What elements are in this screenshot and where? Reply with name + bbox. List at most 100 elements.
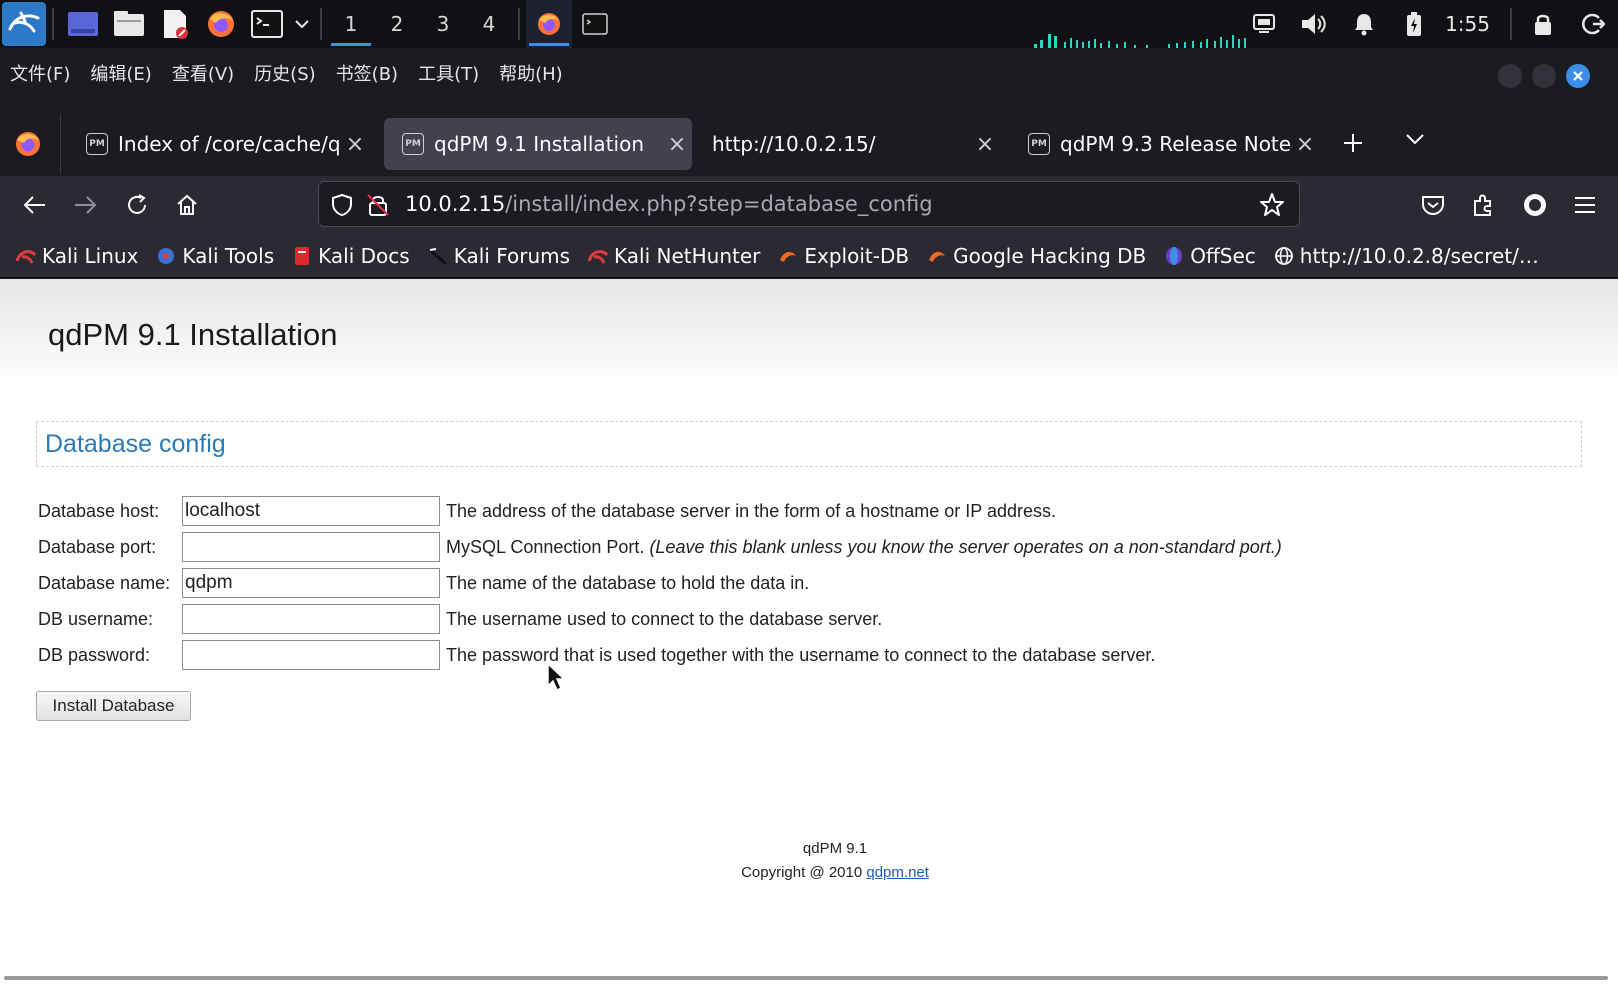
bookmark-kali-linux[interactable]: Kali Linux	[16, 244, 138, 268]
url-host: 10.0.2.15	[405, 192, 506, 216]
desktop-icon[interactable]	[60, 0, 106, 48]
bookmark-label: Google Hacking DB	[953, 243, 1147, 268]
clock[interactable]: 1:55	[1439, 12, 1504, 36]
db-username-label: DB username:	[38, 608, 154, 629]
firefox-view-icon[interactable]	[14, 130, 42, 162]
home-button[interactable]	[172, 190, 202, 220]
qdpm-favicon-icon: PM	[402, 133, 424, 155]
bookmark-kali-nethunter[interactable]: Kali NetHunter	[588, 244, 760, 268]
database-port-input[interactable]	[182, 532, 440, 562]
reload-button[interactable]	[122, 190, 152, 220]
bookmark-exploit-db[interactable]: Exploit-DB	[778, 244, 909, 268]
system-tray: 1:55	[1239, 0, 1618, 48]
display-icon[interactable]	[1239, 0, 1289, 48]
menu-bookmarks[interactable]: 书签(B)	[336, 60, 398, 86]
horizontal-scrollbar[interactable]	[4, 976, 1608, 980]
kali-forums-icon	[428, 246, 448, 266]
menu-history[interactable]: 历史(S)	[254, 60, 315, 86]
bookmark-kali-forums[interactable]: Kali Forums	[428, 244, 570, 268]
form-row-db-password: DB password: The password that is used t…	[38, 637, 1282, 673]
hamburger-menu-icon	[1575, 197, 1595, 213]
tab-qdpm-release-notes[interactable]: PM qdPM 9.3 Release Notes ×	[1010, 118, 1320, 170]
workspace-3[interactable]: 3	[420, 0, 466, 48]
database-name-input[interactable]	[182, 568, 440, 598]
qdpm-link[interactable]: qdpm.net	[866, 864, 929, 881]
db-password-input[interactable]	[182, 640, 440, 670]
close-icon	[1573, 71, 1583, 81]
menu-bar: 文件(F) 编辑(E) 查看(V) 历史(S) 书签(B) 工具(T) 帮助(H…	[0, 48, 1618, 98]
globe-icon	[1274, 246, 1294, 266]
menu-tools[interactable]: 工具(T)	[418, 60, 479, 86]
tab-title: http://10.0.2.15/	[712, 132, 876, 156]
list-all-tabs-button[interactable]	[1404, 128, 1426, 154]
workspace-2[interactable]: 2	[374, 0, 420, 48]
new-tab-button[interactable]	[1342, 128, 1364, 161]
close-icon[interactable]: ×	[340, 132, 370, 157]
close-icon[interactable]: ×	[970, 132, 1000, 157]
firefox-launcher-icon[interactable]	[198, 0, 244, 48]
database-host-input[interactable]	[182, 496, 440, 526]
install-database-button[interactable]: Install Database	[36, 691, 191, 721]
tracking-protection-shield-icon[interactable]	[331, 193, 353, 221]
page-footer: qdPM 9.1 Copyright @ 2010 qdpm.net	[0, 837, 1618, 885]
tab-qdpm-installation[interactable]: PM qdPM 9.1 Installation ×	[384, 118, 692, 170]
account-button[interactable]	[1520, 190, 1550, 220]
extensions-button[interactable]	[1468, 190, 1498, 220]
taskbar-separator	[518, 8, 520, 40]
minimize-button[interactable]	[1498, 64, 1522, 88]
menu-file[interactable]: 文件(F)	[10, 60, 70, 86]
window-controls	[1498, 64, 1590, 88]
task-firefox-icon[interactable]	[526, 0, 572, 48]
workspace-1[interactable]: 1	[328, 0, 374, 48]
app-menu-button[interactable]	[1570, 190, 1600, 220]
file-manager-icon[interactable]	[106, 0, 152, 48]
back-button[interactable]	[20, 190, 50, 220]
mouse-cursor-icon	[547, 662, 566, 692]
chevron-down-icon[interactable]	[290, 0, 314, 48]
tab-index-of-cache[interactable]: PM Index of /core/cache/qdPM ×	[68, 118, 370, 170]
text-editor-icon[interactable]	[152, 0, 198, 48]
bookmark-kali-tools[interactable]: Kali Tools	[156, 244, 274, 268]
bookmark-label: Kali NetHunter	[614, 243, 761, 268]
account-circle-icon	[1524, 194, 1546, 216]
menu-edit[interactable]: 编辑(E)	[90, 60, 151, 86]
battery-icon[interactable]	[1389, 0, 1439, 48]
logout-icon[interactable]	[1568, 0, 1618, 48]
database-host-label: Database host:	[38, 500, 160, 521]
kali-menu-icon[interactable]	[2, 2, 46, 46]
form-row-database-port: Database port: MySQL Connection Port. (L…	[38, 529, 1282, 565]
forward-button[interactable]	[70, 190, 100, 220]
bookmark-kali-docs[interactable]: Kali Docs	[292, 244, 410, 268]
bookmark-star-icon[interactable]	[1259, 192, 1285, 222]
bookmark-offsec[interactable]: OffSec	[1164, 244, 1256, 268]
close-icon[interactable]: ×	[1290, 132, 1320, 157]
url-bar[interactable]: 10.0.2.15/install/index.php?step=databas…	[318, 181, 1300, 227]
form-row-database-host: Database host: The address of the databa…	[38, 493, 1282, 529]
close-icon[interactable]: ×	[662, 132, 692, 157]
kali-dragon-icon	[16, 246, 36, 266]
window-close-button[interactable]	[1566, 64, 1590, 88]
task-terminal-icon[interactable]	[572, 0, 618, 48]
db-username-input[interactable]	[182, 604, 440, 634]
bookmarks-toolbar: Kali Linux Kali Tools Kali Docs Kali For…	[0, 234, 1618, 278]
maximize-button[interactable]	[1532, 64, 1556, 88]
cpu-graph	[1034, 34, 1246, 48]
pocket-button[interactable]	[1418, 190, 1448, 220]
insecure-lock-icon[interactable]	[367, 193, 389, 221]
form-row-db-username: DB username: The username used to connec…	[38, 601, 1282, 637]
menu-help[interactable]: 帮助(H)	[499, 60, 563, 86]
footer-version: qdPM 9.1	[802, 840, 868, 857]
plus-icon	[1344, 134, 1362, 152]
bookmark-google-hacking-db[interactable]: Google Hacking DB	[927, 244, 1146, 268]
menu-view[interactable]: 查看(V)	[172, 60, 234, 86]
tab-10-0-2-15[interactable]: http://10.0.2.15/ ×	[694, 118, 1000, 170]
volume-icon[interactable]	[1289, 0, 1339, 48]
bookmark-secret-url[interactable]: http://10.0.2.8/secret/…	[1274, 244, 1539, 268]
lock-screen-icon[interactable]	[1518, 0, 1568, 48]
terminal-launcher-icon[interactable]	[244, 0, 290, 48]
notifications-bell-icon[interactable]	[1339, 0, 1389, 48]
tab-title: qdPM 9.1 Installation	[434, 132, 644, 156]
workspace-4[interactable]: 4	[466, 0, 512, 48]
form-row-database-name: Database name: The name of the database …	[38, 565, 1282, 601]
taskbar: 1 2 3 4 1:55	[0, 0, 1618, 48]
